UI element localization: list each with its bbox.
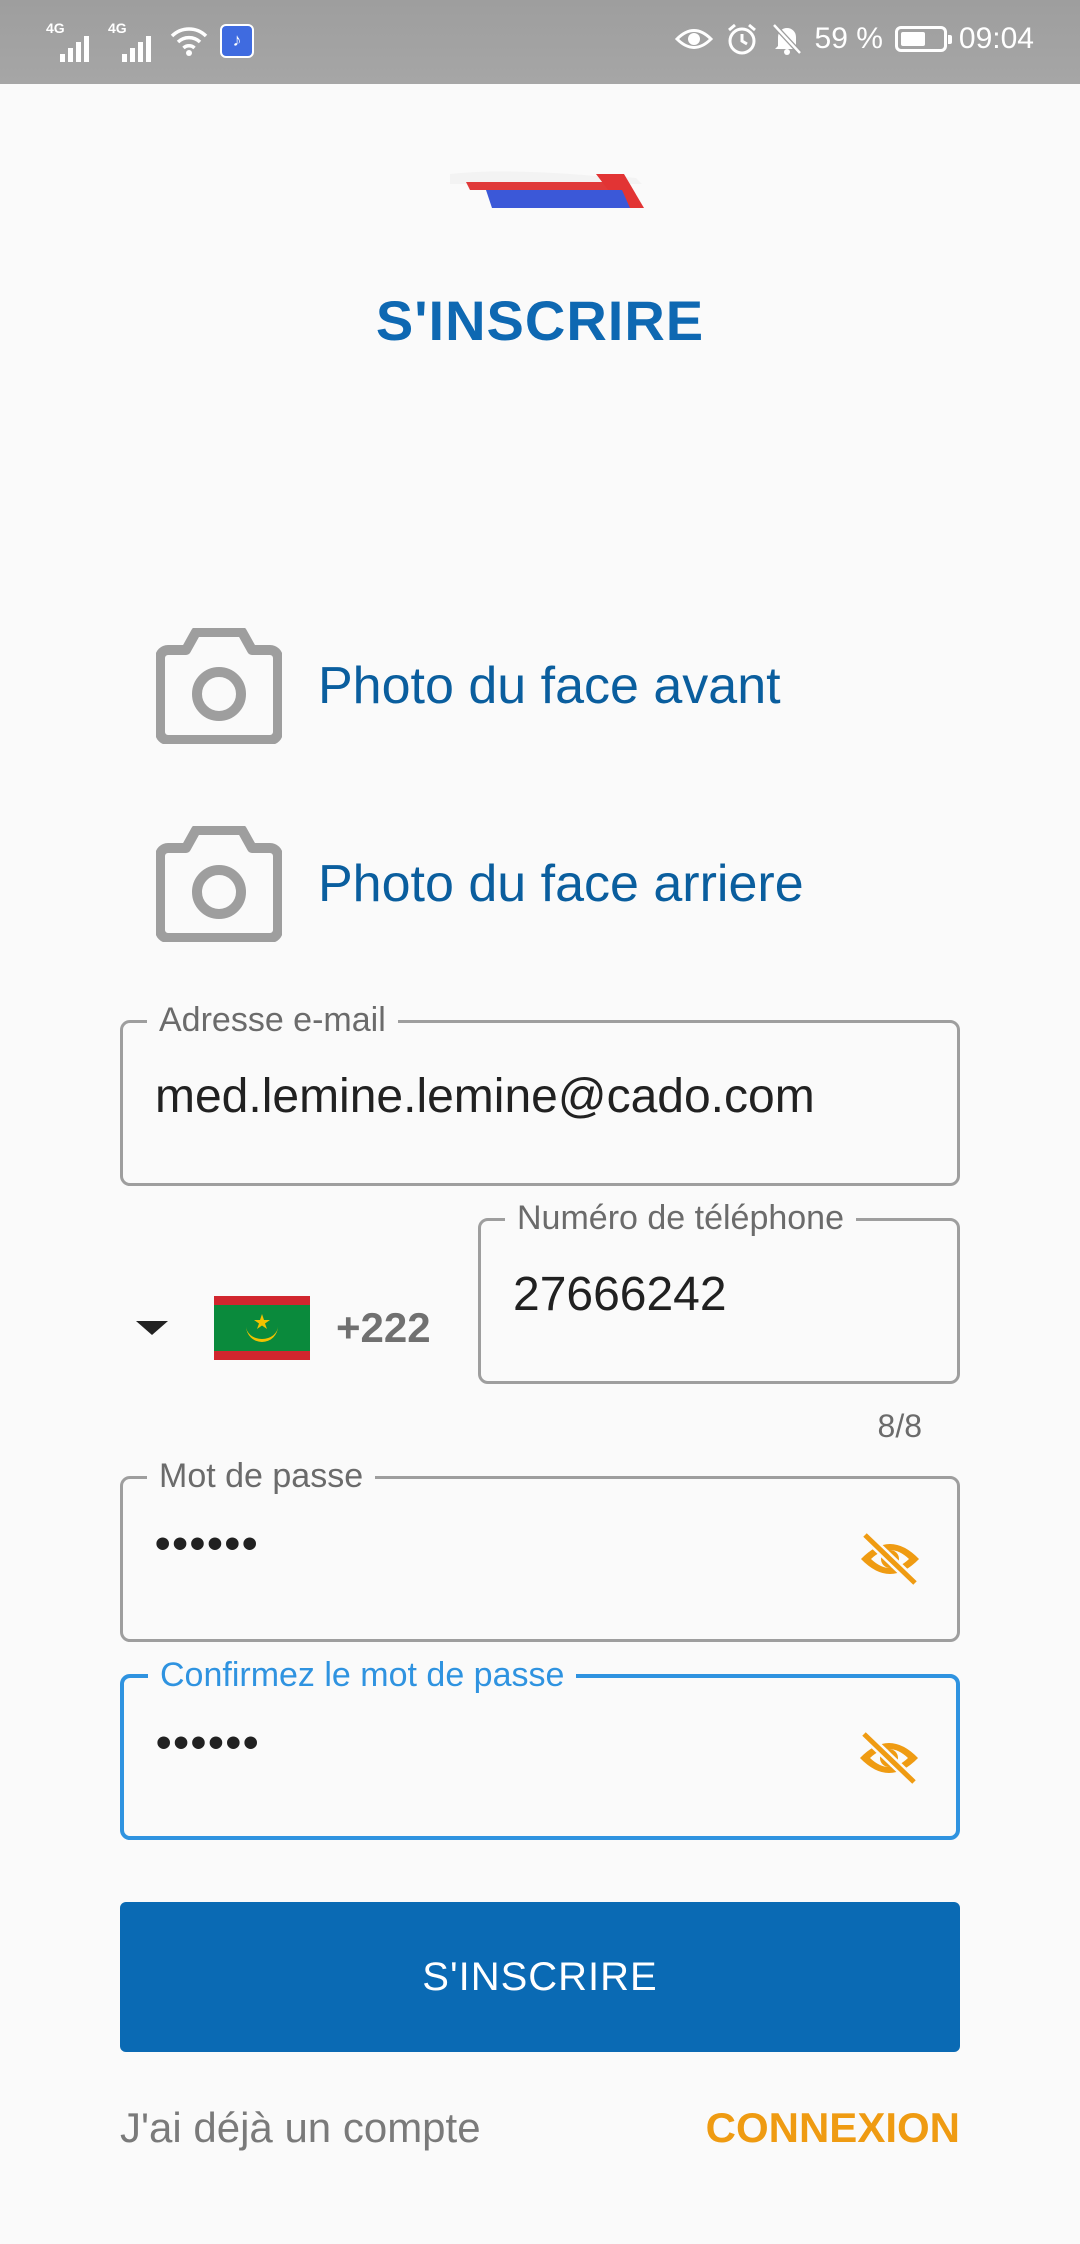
password-value[interactable]: ••••••: [155, 1519, 259, 1569]
photo-back-label: Photo du face arriere: [318, 855, 804, 913]
email-label: Adresse e-mail: [147, 1001, 398, 1039]
alarm-icon: [727, 23, 756, 55]
visibility-off-icon[interactable]: [856, 1730, 922, 1786]
clock: 09:04: [958, 22, 1034, 55]
login-link[interactable]: CONNEXION: [706, 2104, 960, 2152]
eye-icon: [674, 29, 713, 49]
mute-icon: [771, 23, 802, 55]
signal-icon: 4G: [108, 20, 158, 62]
confirm-password-field[interactable]: Confirmez le mot de passe ••••••: [120, 1656, 960, 1840]
phone-field[interactable]: Numéro de téléphone 27666242: [478, 1199, 960, 1384]
password-field[interactable]: Mot de passe ••••••: [120, 1457, 960, 1642]
status-left: 4G 4G ♪: [46, 20, 254, 62]
status-bar: 4G 4G ♪ 59 % 09:04: [0, 0, 1080, 84]
photo-front-button[interactable]: Photo du face avant: [156, 628, 781, 744]
battery-icon: [894, 26, 952, 52]
phone-value[interactable]: 27666242: [513, 1267, 727, 1322]
country-code-picker[interactable]: +222: [136, 1296, 431, 1360]
email-value[interactable]: med.lemine.lemine@cado.com: [155, 1069, 815, 1124]
page-title: S'INSCRIRE: [375, 289, 705, 352]
music-app-icon: ♪: [220, 24, 254, 58]
chevron-down-icon: [136, 1321, 168, 1335]
phone-char-counter: 8/8: [877, 1408, 922, 1444]
status-right: 59 % 09:04: [674, 22, 1034, 56]
mauritania-flag-icon: [214, 1296, 310, 1360]
phone-label: Numéro de téléphone: [505, 1199, 857, 1237]
battery-fill: [900, 32, 925, 46]
confirm-password-value[interactable]: ••••••: [156, 1718, 260, 1768]
camera-icon: [156, 628, 282, 744]
signal-icon: 4G: [46, 20, 96, 62]
confirm-password-label: Confirmez le mot de passe: [148, 1656, 577, 1694]
register-button[interactable]: S'INSCRIRE: [120, 1902, 960, 2052]
country-dial-code: +222: [336, 1304, 431, 1351]
photo-front-label: Photo du face avant: [318, 657, 781, 715]
battery-percent: 59 %: [814, 22, 883, 55]
network-type: 4G: [46, 20, 65, 36]
wifi-icon: [170, 27, 208, 56]
photo-back-button[interactable]: Photo du face arriere: [156, 826, 804, 942]
password-label: Mot de passe: [147, 1457, 376, 1495]
have-account-text: J'ai déjà un compte: [120, 2104, 481, 2151]
visibility-off-icon[interactable]: [857, 1531, 923, 1587]
brand-logo: [450, 171, 644, 208]
camera-icon: [156, 826, 282, 942]
footer: J'ai déjà un compte CONNEXION: [120, 2104, 960, 2152]
network-type: 4G: [108, 20, 127, 36]
email-field[interactable]: Adresse e-mail med.lemine.lemine@cado.co…: [120, 1001, 960, 1186]
